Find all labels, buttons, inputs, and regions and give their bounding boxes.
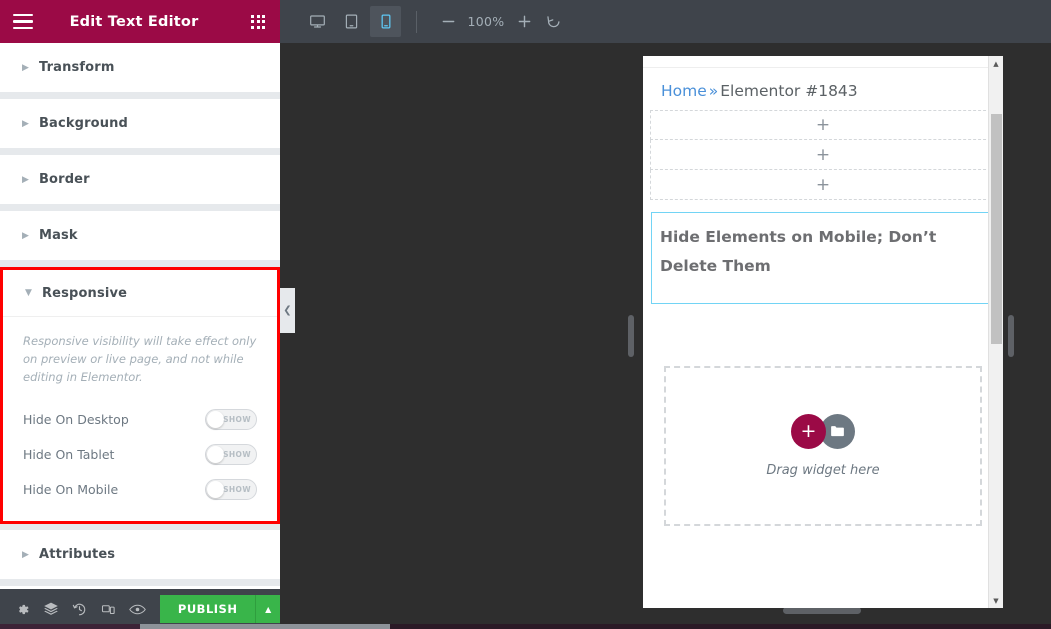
plus-icon: + xyxy=(816,145,830,165)
plus-icon: + xyxy=(816,175,830,195)
hide-on-tablet-label: Hide On Tablet xyxy=(23,447,114,462)
panel-collapse-handle[interactable]: ❮ xyxy=(280,288,295,333)
chevron-left-icon: ❮ xyxy=(283,305,291,316)
preview-frame: Home»Elementor #1843 + + + Hide Elements… xyxy=(643,56,1003,608)
dropzone-buttons: + xyxy=(791,414,855,449)
toggle-state-label: SHOW xyxy=(223,410,251,429)
browser-bottom-edge xyxy=(0,624,1051,629)
toggle-knob xyxy=(207,446,224,463)
accordion-background[interactable]: ▶ Background xyxy=(0,99,280,149)
accordion-label: Border xyxy=(39,172,90,187)
hide-on-desktop-row: Hide On Desktop SHOW xyxy=(23,402,257,437)
editor-panel: Edit Text Editor ▶ Transform ▶ Backgroun… xyxy=(0,0,280,629)
page-top-strip xyxy=(643,56,1003,68)
accordion-mask[interactable]: ▶ Mask xyxy=(0,211,280,261)
bottom-edge-segment xyxy=(0,624,140,629)
chevron-right-icon: ▶ xyxy=(22,550,36,560)
device-tablet-button[interactable] xyxy=(336,6,367,37)
text-widget-content: Hide Elements on Mobile; Don’t Delete Th… xyxy=(660,223,986,280)
chevron-down-icon: ▼ xyxy=(25,288,39,298)
zoom-reset-rotate-icon[interactable] xyxy=(539,7,569,37)
preview-resize-handle-left[interactable] xyxy=(628,315,634,357)
toggle-state-label: SHOW xyxy=(223,445,251,464)
add-section-button-2[interactable]: + xyxy=(650,140,996,170)
hide-on-tablet-toggle[interactable]: SHOW xyxy=(205,444,257,465)
breadcrumb: Home»Elementor #1843 xyxy=(643,68,1003,110)
elementor-editor: Edit Text Editor ▶ Transform ▶ Backgroun… xyxy=(0,0,1051,629)
chevron-right-icon: ▶ xyxy=(22,63,36,73)
chevron-right-icon: ▶ xyxy=(22,119,36,129)
responsive-section-highlight: ▼ Responsive Responsive visibility will … xyxy=(0,267,280,524)
accordion-label: Responsive xyxy=(42,286,127,301)
accordion-responsive[interactable]: ▼ Responsive xyxy=(3,270,277,317)
responsive-controls: Responsive visibility will take effect o… xyxy=(3,317,277,521)
publish-options-caret-up-icon[interactable]: ▲ xyxy=(255,595,280,623)
hide-on-mobile-row: Hide On Mobile SHOW xyxy=(23,472,257,507)
hide-on-mobile-toggle[interactable]: SHOW xyxy=(205,479,257,500)
zoom-out-minus-icon[interactable] xyxy=(433,7,463,37)
accordion-border[interactable]: ▶ Border xyxy=(0,155,280,205)
device-desktop-button[interactable] xyxy=(302,6,333,37)
accordion-label: Mask xyxy=(39,228,78,243)
panel-header: Edit Text Editor xyxy=(0,0,280,43)
device-mobile-button[interactable] xyxy=(370,6,401,37)
plus-icon: + xyxy=(816,115,830,135)
preview-scrollbar[interactable]: ▲ ▼ xyxy=(988,56,1003,608)
navigator-layers-icon[interactable] xyxy=(37,589,66,629)
hide-on-desktop-label: Hide On Desktop xyxy=(23,412,129,427)
hide-on-tablet-row: Hide On Tablet SHOW xyxy=(23,437,257,472)
settings-gear-icon[interactable] xyxy=(8,589,37,629)
responsive-note: Responsive visibility will take effect o… xyxy=(23,333,257,386)
accordion-label: Attributes xyxy=(39,547,115,562)
text-editor-widget[interactable]: Hide Elements on Mobile; Don’t Delete Th… xyxy=(651,212,995,304)
dropzone-label: Drag widget here xyxy=(766,463,879,478)
canvas-toolbar: 100% xyxy=(280,0,1051,43)
add-section-button-3[interactable]: + xyxy=(650,170,996,200)
panel-sections: ▶ Transform ▶ Background ▶ Border ▶ Mask xyxy=(0,43,280,589)
accordion-attributes[interactable]: ▶ Attributes xyxy=(0,530,280,580)
panel-title: Edit Text Editor xyxy=(32,14,236,30)
chevron-right-icon: ▶ xyxy=(22,175,36,185)
accordion-label: Background xyxy=(39,116,128,131)
responsive-mode-icon[interactable] xyxy=(94,589,123,629)
add-section-button-1[interactable]: + xyxy=(650,110,996,140)
zoom-level-value: 100% xyxy=(463,14,509,29)
toggle-state-label: SHOW xyxy=(223,480,251,499)
history-clock-icon[interactable] xyxy=(66,589,95,629)
bottom-edge-segment xyxy=(140,624,390,629)
preview-eye-icon[interactable] xyxy=(123,589,152,629)
preview-resize-handle-right[interactable] xyxy=(1008,315,1014,357)
canvas-area: Home»Elementor #1843 + + + Hide Elements… xyxy=(280,43,1051,629)
preview-resize-handle-bottom[interactable] xyxy=(783,607,861,614)
scroll-up-triangle-up-icon[interactable]: ▲ xyxy=(989,56,1003,71)
breadcrumb-home-link[interactable]: Home xyxy=(661,82,707,100)
widgets-grid-icon[interactable] xyxy=(236,0,280,43)
breadcrumb-separator: » xyxy=(709,82,718,100)
panel-footer: PUBLISH ▲ xyxy=(0,589,280,629)
chevron-right-icon: ▶ xyxy=(22,231,36,241)
toolbar-divider xyxy=(416,11,417,33)
toggle-knob xyxy=(207,481,224,498)
publish-button[interactable]: PUBLISH xyxy=(160,595,256,623)
zoom-in-plus-icon[interactable] xyxy=(509,7,539,37)
toggle-knob xyxy=(207,411,224,428)
widget-dropzone[interactable]: + Drag widget here xyxy=(664,366,982,526)
hide-on-mobile-label: Hide On Mobile xyxy=(23,482,118,497)
breadcrumb-current: Elementor #1843 xyxy=(720,82,857,100)
add-widget-plus-icon[interactable]: + xyxy=(791,414,826,449)
hide-on-desktop-toggle[interactable]: SHOW xyxy=(205,409,257,430)
accordion-transform[interactable]: ▶ Transform xyxy=(0,43,280,93)
accordion-label: Transform xyxy=(39,60,115,75)
scroll-down-triangle-down-icon[interactable]: ▼ xyxy=(989,593,1003,608)
scrollbar-thumb[interactable] xyxy=(991,114,1002,344)
